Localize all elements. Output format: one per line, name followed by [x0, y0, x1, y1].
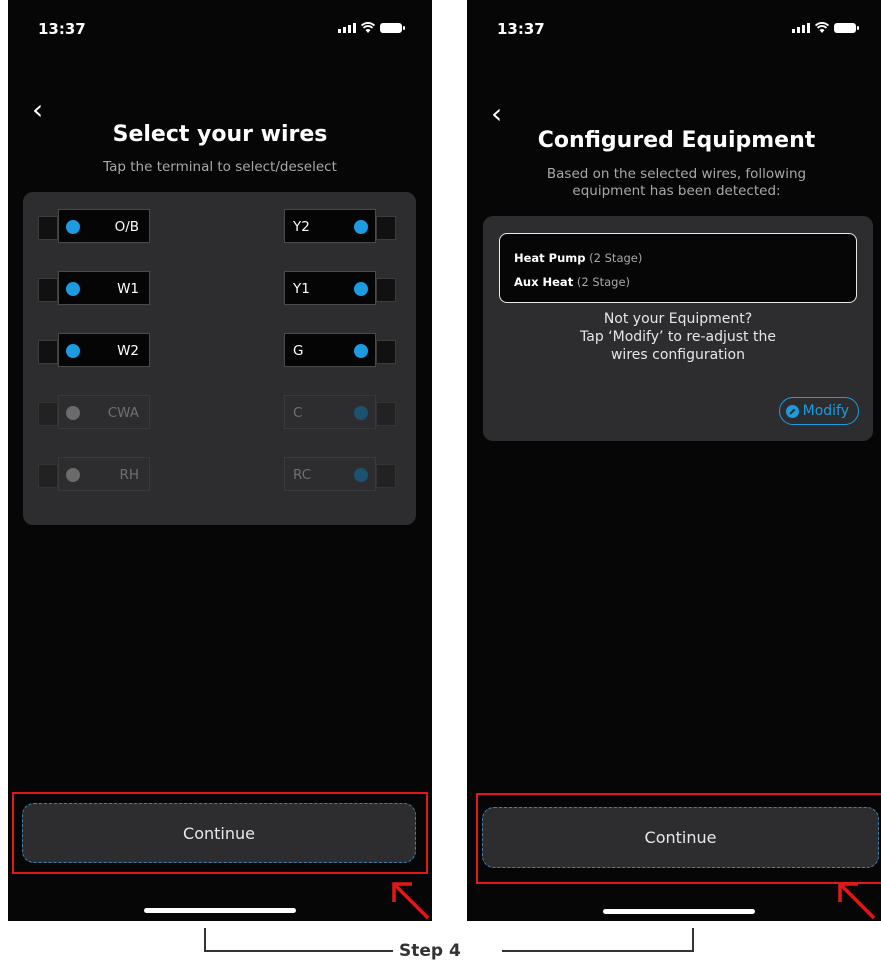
terminal-stub: [38, 402, 58, 426]
terminal-w1[interactable]: W1: [38, 271, 153, 305]
terminal-label: G: [293, 343, 304, 359]
terminal-label: C: [293, 405, 303, 421]
modify-label: Modify: [802, 403, 849, 419]
terminal-box: Y2: [284, 209, 376, 243]
terminal-box: C: [284, 395, 376, 429]
red-arrow-icon: [838, 882, 876, 920]
note-line2: Tap ‘Modify’ to re-adjust the: [580, 329, 776, 345]
equipment-panel: Heat Pump (2 Stage) Aux Heat (2 Stage) N…: [483, 216, 873, 441]
terminal-y2[interactable]: Y2: [281, 209, 396, 243]
terminal-label: W1: [117, 281, 139, 297]
equipment-detail: (2 Stage): [576, 275, 631, 289]
configured-equipment-screen: 13:37 ‹ Configured Equipment Based on th…: [467, 0, 881, 921]
back-chevron-icon[interactable]: ‹: [491, 100, 502, 128]
red-arrow-icon: [392, 882, 430, 920]
battery-icon: [380, 23, 405, 33]
page-title: Configured Equipment: [537, 128, 816, 153]
continue-button[interactable]: Continue: [22, 803, 416, 863]
terminal-label: Y1: [293, 281, 310, 297]
terminal-stub: [376, 216, 396, 240]
wifi-icon: [815, 22, 829, 33]
status-time: 13:37: [497, 20, 545, 38]
battery-icon: [834, 23, 859, 33]
terminal-label: O/B: [114, 219, 139, 235]
terminal-box: RH: [58, 457, 150, 491]
terminal-stub: [376, 402, 396, 426]
terminal-y1[interactable]: Y1: [281, 271, 396, 305]
terminal-ob[interactable]: O/B: [38, 209, 153, 243]
status-time: 13:37: [38, 20, 86, 38]
terminal-indicator: [354, 406, 368, 420]
terminal-indicator: [354, 344, 368, 358]
equipment-name: Aux Heat: [514, 275, 574, 289]
wifi-icon: [361, 22, 375, 33]
terminal-label: CWA: [107, 405, 139, 421]
terminal-box: O/B: [58, 209, 150, 243]
terminal-panel: O/B W1 W2 CWA RH Y2 Y1 G C RC: [23, 192, 416, 525]
modify-button[interactable]: Modify: [778, 397, 859, 425]
terminal-rh[interactable]: RH: [38, 457, 153, 491]
step-label: Step 4: [399, 941, 461, 961]
terminal-indicator: [354, 220, 368, 234]
signal-icon: [792, 23, 810, 33]
terminal-stub: [376, 464, 396, 488]
terminal-w2[interactable]: W2: [38, 333, 153, 367]
terminal-label: RC: [293, 467, 312, 483]
terminal-box: Y1: [284, 271, 376, 305]
wire-selection-screen: 13:37 ‹ Select your wires Tap the termin…: [8, 0, 432, 921]
note-line3: wires configuration: [610, 347, 745, 363]
terminal-box: W2: [58, 333, 150, 367]
home-indicator: [603, 909, 755, 914]
back-chevron-icon[interactable]: ‹: [32, 96, 43, 124]
terminal-indicator: [354, 468, 368, 482]
home-indicator: [144, 908, 296, 913]
terminal-stub: [38, 464, 58, 488]
edit-pencil-icon: [785, 404, 799, 418]
terminal-g[interactable]: G: [281, 333, 396, 367]
terminal-box: W1: [58, 271, 150, 305]
equipment-card: Heat Pump (2 Stage) Aux Heat (2 Stage): [499, 233, 857, 303]
terminal-rc[interactable]: RC: [281, 457, 396, 491]
terminal-indicator: [66, 220, 80, 234]
equipment-item: Heat Pump (2 Stage): [514, 251, 642, 265]
page-title: Select your wires: [112, 122, 328, 147]
terminal-indicator: [66, 344, 80, 358]
terminal-stub: [38, 216, 58, 240]
page-subtitle-line2: equipment has been detected:: [572, 183, 781, 199]
terminal-label: RH: [119, 467, 139, 483]
terminal-cwa[interactable]: CWA: [38, 395, 153, 429]
status-icons: [338, 22, 405, 33]
terminal-box: G: [284, 333, 376, 367]
terminal-indicator: [66, 406, 80, 420]
page-subtitle: Tap the terminal to select/deselect: [103, 159, 337, 175]
terminal-box: RC: [284, 457, 376, 491]
equipment-name: Heat Pump: [514, 251, 586, 265]
terminal-label: W2: [117, 343, 139, 359]
equipment-item: Aux Heat (2 Stage): [514, 275, 630, 289]
page-subtitle-line1: Based on the selected wires, following: [546, 166, 807, 182]
status-icons: [792, 22, 859, 33]
terminal-label: Y2: [293, 219, 310, 235]
terminal-c[interactable]: C: [281, 395, 396, 429]
terminal-box: CWA: [58, 395, 150, 429]
terminal-stub: [376, 340, 396, 364]
terminal-stub: [376, 278, 396, 302]
terminal-indicator: [66, 282, 80, 296]
terminal-stub: [38, 278, 58, 302]
note-line1: Not your Equipment?: [603, 311, 753, 327]
continue-button[interactable]: Continue: [482, 807, 879, 868]
terminal-indicator: [66, 468, 80, 482]
terminal-stub: [38, 340, 58, 364]
terminal-indicator: [354, 282, 368, 296]
equipment-detail: (2 Stage): [589, 251, 643, 265]
signal-icon: [338, 23, 356, 33]
